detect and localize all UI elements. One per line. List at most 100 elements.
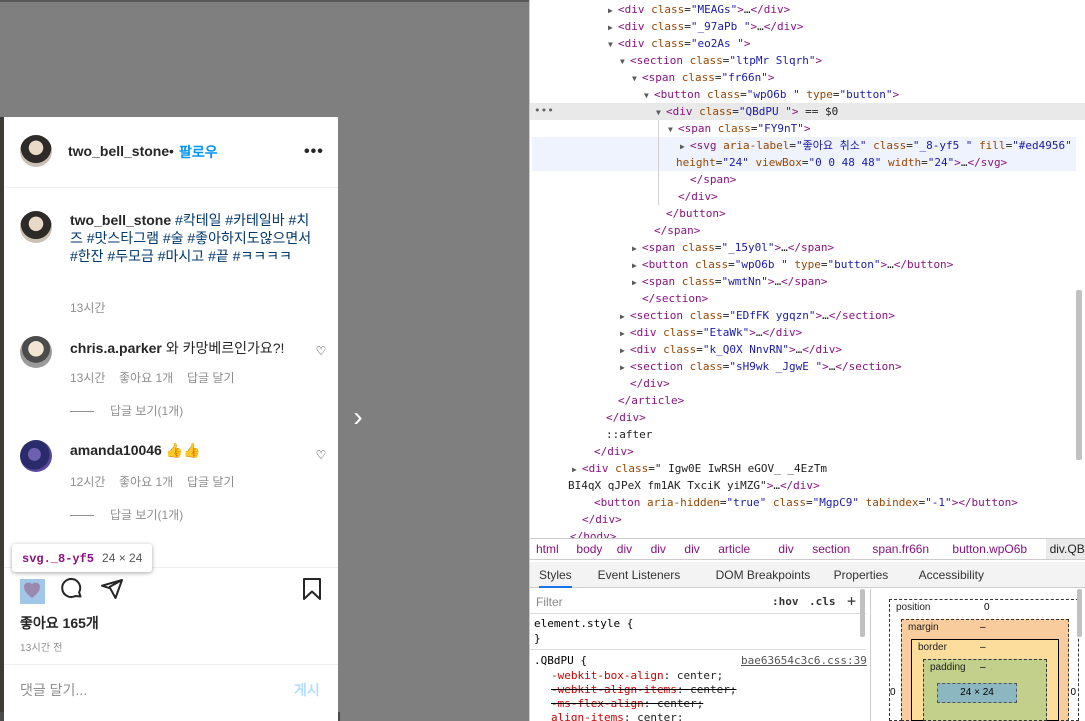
dom-node-line[interactable]: ▶ <div class="_97aPb ">…</div> <box>608 18 803 35</box>
rule-source-link[interactable]: bae63654c3c6.css:39 <box>741 654 867 667</box>
dom-node-line[interactable]: ▶ <button class="wpO6b " type="button">…<… <box>632 256 953 273</box>
expand-triangle-icon[interactable]: ▶ <box>620 342 630 359</box>
dom-node-line[interactable]: </body> <box>560 528 616 538</box>
view-replies-button[interactable]: 답글 보기(1개) <box>70 402 183 419</box>
css-property[interactable]: align-items: center; <box>551 711 683 721</box>
breadcrumb-item[interactable]: body <box>576 542 602 556</box>
expand-triangle-icon[interactable]: ▶ <box>620 359 630 376</box>
elements-scrollbar[interactable] <box>1076 290 1082 460</box>
css-property[interactable]: -webkit-align-items: center; <box>551 683 736 697</box>
node-menu-dots-icon[interactable]: ••• <box>534 104 554 117</box>
comment-like-heart-icon[interactable]: ♡ <box>314 344 328 358</box>
dom-node-line[interactable]: ::after <box>596 426 652 443</box>
boxmodel-scrollbar[interactable] <box>1077 589 1082 637</box>
comment-time[interactable]: 13시간 <box>70 369 105 386</box>
breadcrumb-item[interactable]: div.QBdPU <box>1045 539 1085 559</box>
dom-node-line[interactable]: ▼ <button class="wpO6b " type="button"> <box>644 86 899 103</box>
expand-triangle-icon[interactable]: ▶ <box>608 2 618 19</box>
dom-node-line[interactable]: BI4qX qJPeX fm1AK TxciK yiMZG">…</div> <box>568 477 820 494</box>
css-property[interactable]: -webkit-box-align: center; <box>551 669 723 683</box>
dom-node-line[interactable]: </button> <box>656 205 726 222</box>
dom-node-line[interactable]: ▼ <span class="fr66n"> <box>632 69 774 86</box>
comment-username[interactable]: amanda10046 <box>70 442 162 458</box>
comment-like-heart-icon[interactable]: ♡ <box>314 448 328 462</box>
breadcrumb-item[interactable]: span.fr66n <box>872 542 929 556</box>
comment-icon[interactable] <box>60 577 86 603</box>
dom-node-line[interactable]: ▶ <span class="wmtNn">…</span> <box>632 273 827 290</box>
styles-scrollbar[interactable] <box>860 589 865 637</box>
breadcrumb-item[interactable]: article <box>718 542 750 556</box>
css-property[interactable]: -ms-flex-align: center; <box>551 697 703 711</box>
dom-node-line[interactable]: </div> <box>668 188 718 205</box>
dom-node-line[interactable]: </article> <box>608 392 684 409</box>
tab-accessibility[interactable]: Accessibility <box>919 568 984 582</box>
breadcrumb-item[interactable]: section <box>812 542 850 556</box>
more-options-icon[interactable]: ••• <box>304 143 324 161</box>
hover-state-toggle[interactable]: :hov <box>772 595 799 608</box>
like-count[interactable]: 좋아요 165개 <box>20 613 99 633</box>
comment-avatar[interactable] <box>20 440 52 472</box>
css-property-value[interactable]: center; <box>677 669 723 682</box>
elements-tree[interactable]: ••• ▶ <div class="MEAGs">…</div> ▶ <div cla… <box>530 0 1085 538</box>
expand-triangle-icon[interactable]: ▼ <box>668 121 678 138</box>
dom-node-line[interactable]: </div> <box>584 443 634 460</box>
styles-filter-input[interactable]: Filter <box>536 595 563 609</box>
comment-username[interactable]: chris.a.parker <box>70 340 162 356</box>
dom-node-line[interactable]: ▶ <section class="sH9wk _JgwE ">…</sectio… <box>620 358 902 375</box>
view-replies-button[interactable]: 답글 보기(1개) <box>70 506 183 523</box>
dom-node-line[interactable]: ▶ <span class="_15y0l">…</span> <box>632 239 834 256</box>
dom-node-line[interactable]: ▶ <svg aria-label="좋아요 취소" class="_8-yf5 … <box>680 137 1072 154</box>
post-timestamp[interactable]: 13시간 전 <box>20 639 63 654</box>
breadcrumb-item[interactable]: button.wpO6b <box>952 542 1027 556</box>
expand-triangle-icon[interactable]: ▶ <box>632 257 642 274</box>
dom-node-line[interactable]: ▼ <div class="eo2As "> <box>608 35 750 52</box>
expand-triangle-icon[interactable]: ▼ <box>608 36 618 53</box>
breadcrumb-item[interactable]: div <box>684 542 699 556</box>
expand-triangle-icon[interactable]: ▼ <box>620 53 630 70</box>
dom-node-line[interactable]: ▼ <span class="FY9nT"> <box>668 120 810 137</box>
breadcrumb-item[interactable]: div <box>651 542 666 556</box>
dom-node-line[interactable]: ▶ <div class=" Igw0E IwRSH eGOV_ _4EzTm <box>572 460 827 477</box>
css-property-value[interactable]: center; <box>690 683 736 696</box>
expand-triangle-icon[interactable]: ▶ <box>572 461 582 478</box>
expand-triangle-icon[interactable]: ▼ <box>644 87 654 104</box>
dom-node-line[interactable]: ▶ <div class="k_Q0X NnvRN">…</div> <box>620 341 842 358</box>
dom-node-line[interactable]: </div> <box>596 409 646 426</box>
element-style-rule[interactable]: element.style { <box>534 617 633 631</box>
css-property-name[interactable]: -webkit-box-align <box>551 669 664 682</box>
follow-button[interactable]: 팔로우 <box>179 142 218 162</box>
expand-triangle-icon[interactable]: ▶ <box>632 274 642 291</box>
post-author-username[interactable]: two_bell_stone <box>68 143 169 159</box>
dom-node-line[interactable]: ▶ <div class="MEAGs">…</div> <box>608 1 790 18</box>
tab-styles[interactable]: Styles <box>539 568 572 588</box>
comment-like-count[interactable]: 좋아요 1개 <box>119 369 173 386</box>
expand-triangle-icon[interactable]: ▼ <box>656 104 666 121</box>
rule-selector[interactable]: .QBdPU { <box>534 654 587 668</box>
class-toggle[interactable]: .cls <box>809 595 836 608</box>
dom-node-line[interactable]: </span> <box>680 171 736 188</box>
expand-triangle-icon[interactable]: ▶ <box>620 308 630 325</box>
comment-avatar[interactable] <box>20 336 52 368</box>
reply-button[interactable]: 답글 달기 <box>187 369 235 386</box>
breadcrumb-item[interactable]: div <box>617 542 632 556</box>
dom-node-line[interactable]: </div> <box>620 375 670 392</box>
dom-node-line[interactable]: ▼ <div class="QBdPU "> == $0 <box>656 103 838 120</box>
caption-time[interactable]: 13시간 <box>70 299 105 316</box>
dom-node-line[interactable]: ▼ <section class="ltpMr Slqrh"> <box>620 52 822 69</box>
dom-node-line[interactable]: ▶ <section class="EDfFK ygqzn">…</section… <box>620 307 895 324</box>
dom-node-line[interactable]: <button aria-hidden="true" class="MgpC9"… <box>584 494 1018 511</box>
dom-node-line[interactable]: </div> <box>572 511 622 528</box>
expand-triangle-icon[interactable]: ▼ <box>632 70 642 87</box>
expand-triangle-icon[interactable]: ▶ <box>680 138 690 155</box>
dom-node-line[interactable]: </span> <box>644 222 700 239</box>
expand-triangle-icon[interactable]: ▶ <box>620 325 630 342</box>
post-comment-button[interactable]: 게시 <box>294 680 320 700</box>
comment-time[interactable]: 12시간 <box>70 473 105 490</box>
next-post-arrow-icon[interactable]: › <box>346 402 370 432</box>
comment-input[interactable]: 댓글 달기... <box>20 680 87 700</box>
save-bookmark-icon[interactable] <box>300 577 326 603</box>
css-property-name[interactable]: -ms-flex-align <box>551 697 644 710</box>
dom-node-line[interactable]: </section> <box>632 290 708 307</box>
dom-node-line[interactable]: ▶ <div class="EtaWk">…</div> <box>620 324 802 341</box>
breadcrumb-item[interactable]: html <box>536 542 559 556</box>
